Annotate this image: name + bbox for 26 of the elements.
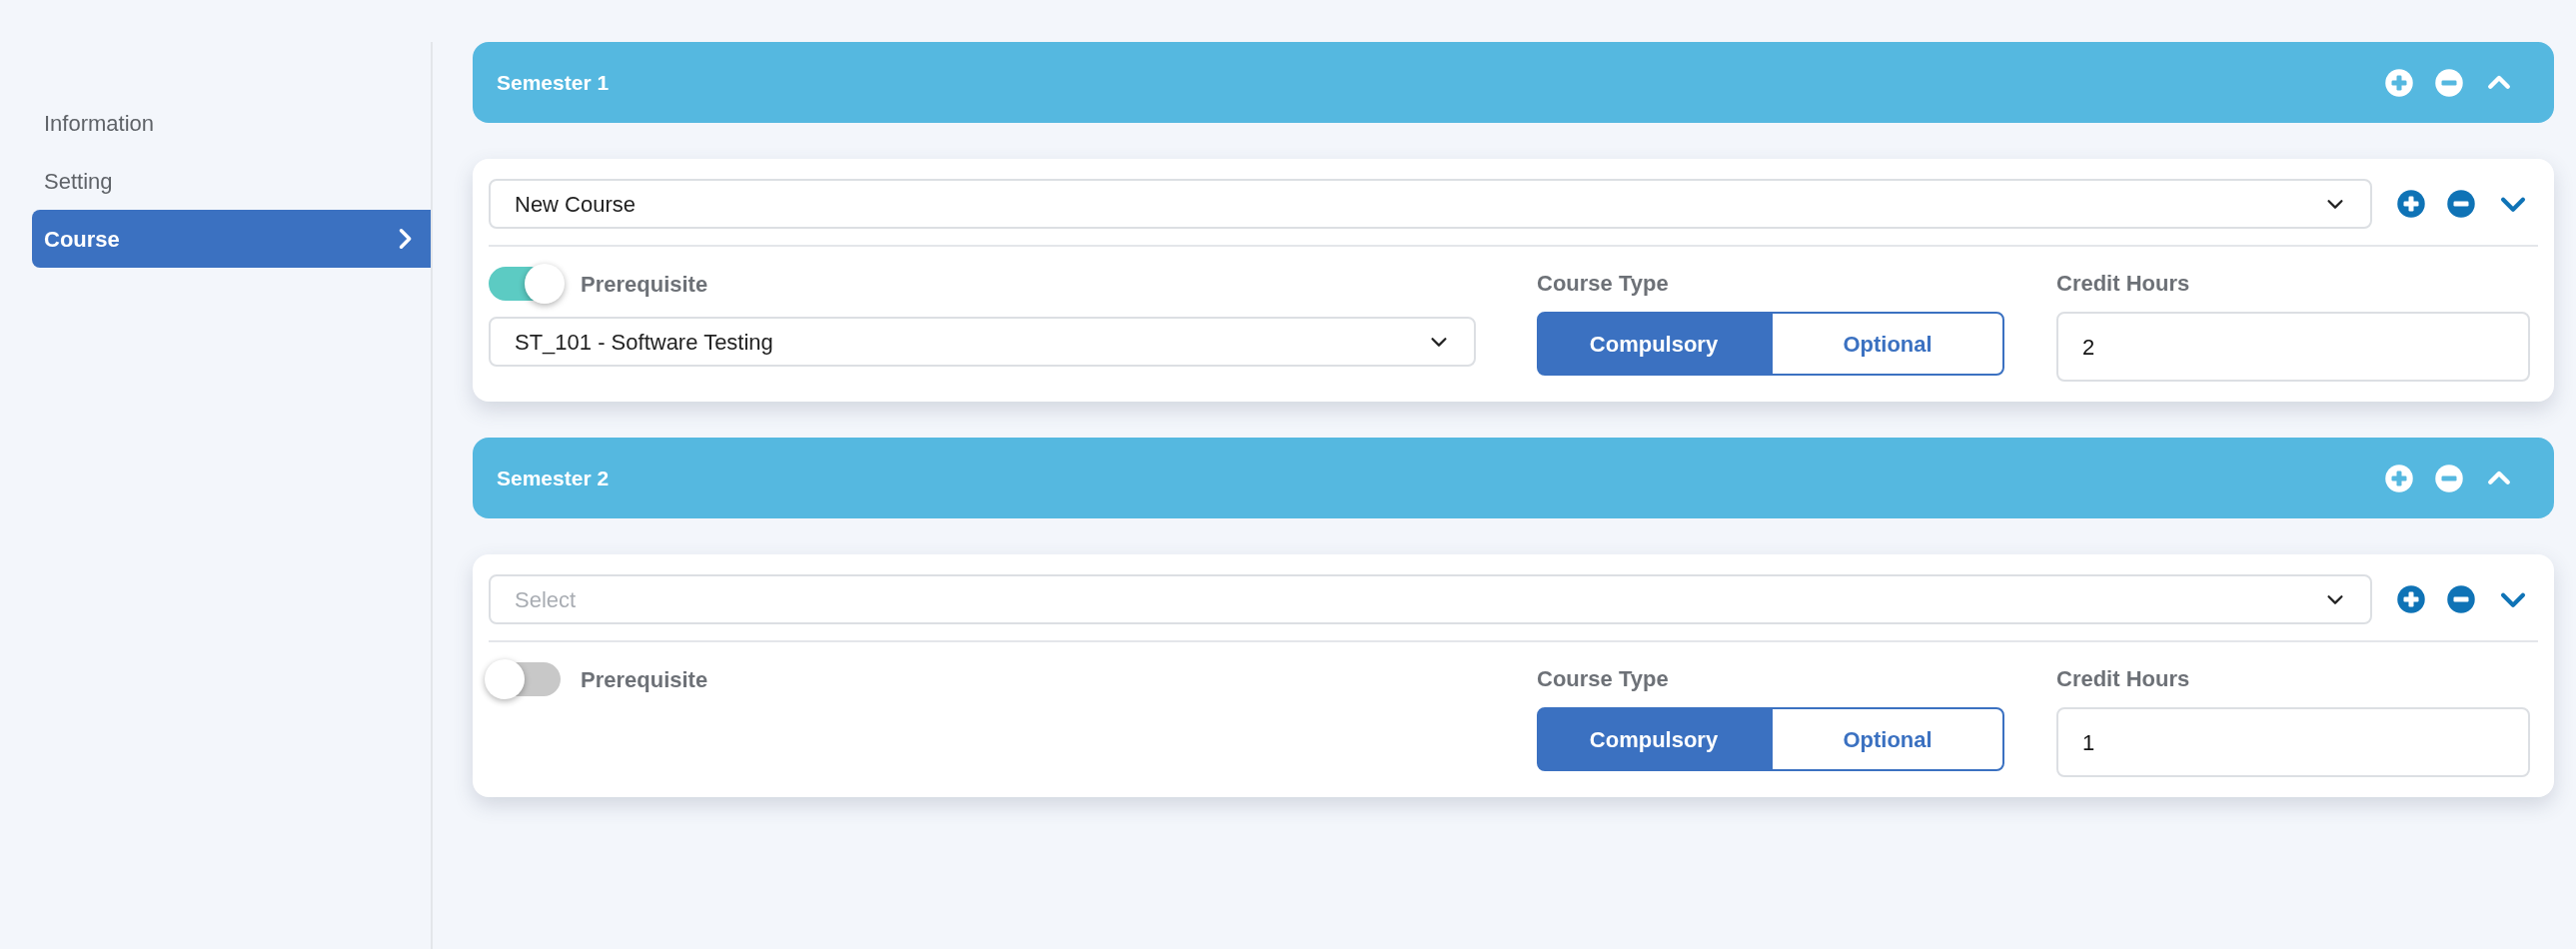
semester-title: Semester 2 — [497, 465, 610, 491]
select-placeholder: Select — [515, 585, 577, 614]
sidebar-item[interactable]: Setting — [32, 152, 431, 210]
credit-hours-label: Credit Hours — [2056, 270, 2191, 298]
course-type-option[interactable]: Optional — [1771, 707, 2004, 771]
remove-icon[interactable] — [2446, 584, 2476, 614]
add-icon[interactable] — [2396, 189, 2426, 219]
prerequisite-label: Prerequisite — [581, 270, 708, 299]
course-type-option[interactable]: Compulsory — [1537, 312, 1771, 376]
prerequisite-label: Prerequisite — [581, 665, 708, 694]
remove-icon[interactable] — [2446, 189, 2476, 219]
credit-hours-label: Credit Hours — [2056, 665, 2191, 693]
credit-hours-field[interactable]: 2 — [2056, 312, 2530, 382]
credit-hours-field[interactable]: 1 — [2056, 707, 2530, 777]
prerequisite-select[interactable]: ST_101 - Software Testing — [489, 317, 1476, 367]
select-value: ST_101 - Software Testing — [515, 328, 773, 357]
select-value: New Course — [515, 190, 637, 219]
course-type-option[interactable]: Optional — [1771, 312, 2004, 376]
semester-title: Semester 1 — [497, 69, 610, 96]
sidebar-item[interactable]: Course — [32, 210, 431, 268]
course-select[interactable]: New Course — [489, 179, 2372, 229]
course-type-label: Course Type — [1537, 665, 1670, 693]
course-type-option[interactable]: Compulsory — [1537, 707, 1771, 771]
sidebar-item[interactable]: Information — [32, 94, 431, 152]
course-type-label: Course Type — [1537, 270, 1670, 298]
add-icon[interactable] — [2396, 584, 2426, 614]
